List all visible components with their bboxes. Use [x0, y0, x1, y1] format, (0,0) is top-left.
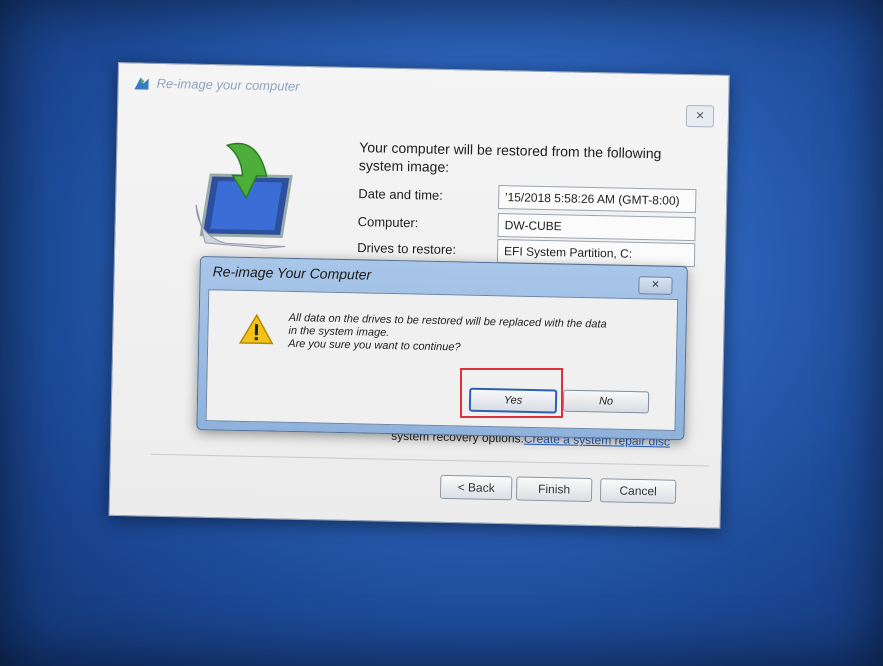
yes-button-highlight — [460, 368, 563, 418]
confirm-dialog-title: Re-image Your Computer — [212, 263, 372, 283]
wizard-close-button[interactable]: ✕ — [685, 104, 715, 128]
date-time-label: Date and time: — [358, 186, 443, 203]
wizard-title: Re-image your computer — [156, 75, 300, 94]
computer-label: Computer: — [357, 214, 419, 231]
back-button[interactable]: < Back — [439, 474, 513, 501]
restore-heading: Your computer will be restored from the … — [358, 139, 662, 175]
restore-computer-icon — [185, 134, 327, 257]
confirm-dialog: Re-image Your Computer ✕ All data on the… — [196, 256, 688, 441]
confirm-message: All data on the drives to be restored wi… — [288, 312, 659, 359]
no-button[interactable]: No — [562, 389, 650, 414]
warning-icon — [238, 313, 275, 346]
finish-button[interactable]: Finish — [515, 476, 593, 503]
date-time-field: '15/2018 5:58:26 AM (GMT-8:00) — [498, 184, 697, 214]
confirm-dialog-body: All data on the drives to be restored wi… — [205, 289, 679, 431]
wizard-titlebar[interactable]: Re-image your computer — [118, 63, 729, 114]
cancel-button[interactable]: Cancel — [599, 478, 677, 504]
backup-restore-icon — [132, 75, 150, 91]
confirm-close-button[interactable]: ✕ — [638, 276, 673, 295]
computer-field: DW-CUBE — [497, 212, 696, 242]
drives-label: Drives to restore: — [357, 240, 457, 258]
footer-divider — [150, 453, 709, 467]
